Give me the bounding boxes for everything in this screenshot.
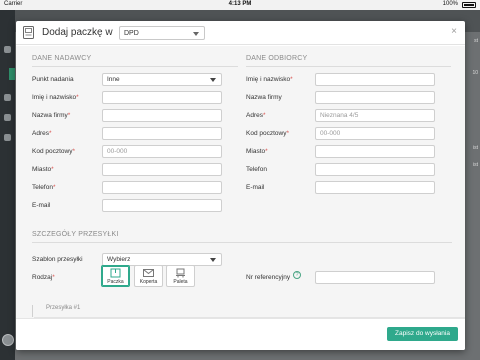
receiver-label: Miasto* (246, 148, 268, 155)
package-icon (110, 268, 121, 278)
receiver-company-field[interactable] (315, 91, 435, 104)
receiver-email-field[interactable] (315, 181, 435, 194)
add-package-modal: Dodaj paczkę w DPD × DANE NADAWCY Punkt … (16, 21, 465, 350)
sender-label: Adres* (32, 130, 52, 137)
sender-label: Nazwa firmy* (32, 112, 71, 119)
carrier-select[interactable]: DPD (119, 26, 205, 40)
receiver-label: E-mail (246, 184, 265, 191)
pallet-icon (176, 268, 185, 278)
sender-company-field[interactable] (102, 109, 222, 122)
receiver-label: Kod pocztowy* (246, 130, 289, 137)
receiver-label: Adres* (246, 112, 266, 119)
chevron-down-icon (210, 78, 216, 82)
ios-status-bar: Carrier 4:13 PM 100% (0, 0, 480, 10)
sender-phone-field[interactable] (102, 181, 222, 194)
template-label: Szablon przesyłki (32, 256, 83, 263)
receiver-phone-field[interactable] (315, 163, 435, 176)
type-pallet-button[interactable]: Paleta (166, 265, 195, 287)
sender-email-field[interactable] (102, 199, 222, 212)
sender-city-field[interactable] (102, 163, 222, 176)
close-icon[interactable]: × (451, 26, 457, 38)
sender-label: Imię i nazwisko* (32, 94, 79, 101)
sender-label: Telefon* (32, 184, 56, 191)
carrier-select-value: DPD (124, 30, 139, 37)
sender-label: Miasto* (32, 166, 54, 173)
envelope-icon (143, 269, 154, 277)
receiver-postal-code-field[interactable]: 00-000 (315, 127, 435, 140)
sender-address-field[interactable] (102, 127, 222, 140)
sender-label: Punkt nadania (32, 76, 74, 83)
type-pallet-label: Paleta (173, 279, 188, 285)
modal-footer: Zapisz do wysłania (16, 318, 465, 350)
tab-package-1[interactable]: Przesyłka #1 (46, 305, 80, 311)
divider (32, 66, 238, 67)
sidebar-icon (4, 134, 11, 141)
package-tab-indicator (32, 305, 33, 317)
sender-pickup-point-select[interactable]: Inne (102, 73, 222, 86)
sender-name-field[interactable] (102, 91, 222, 104)
chevron-down-icon (193, 32, 199, 36)
divider (32, 242, 452, 243)
modal-header: Dodaj paczkę w DPD × (16, 21, 465, 45)
package-form-icon (23, 26, 34, 39)
modal-body: DANE NADAWCY Punkt nadania Inne Imię i n… (16, 46, 465, 318)
battery-percent: 100% (442, 1, 458, 7)
sidebar-icon (4, 94, 11, 101)
type-label: Rodzaj* (32, 274, 55, 281)
shipment-section-title: SZCZEGÓŁY PRZESYŁKI (32, 231, 119, 238)
type-package-button[interactable]: Paczka (101, 265, 130, 287)
type-envelope-label: Koperta (139, 279, 158, 285)
sidebar-icon (4, 114, 11, 121)
receiver-label: Telefon (246, 166, 267, 173)
divider (246, 66, 451, 67)
sender-section-title: DANE NADAWCY (32, 55, 92, 62)
type-package-label: Paczka (107, 279, 124, 285)
background-text: st (474, 38, 478, 44)
sender-postal-code-field[interactable]: 00-000 (102, 145, 222, 158)
modal-title: Dodaj paczkę w (42, 27, 113, 38)
sender-label: Kod pocztowy* (32, 148, 75, 155)
receiver-label: Nazwa firmy (246, 94, 282, 101)
avatar (2, 334, 14, 346)
reference-field[interactable] (315, 271, 435, 284)
help-icon[interactable]: ? (293, 271, 301, 279)
clock: 4:13 PM (228, 1, 252, 7)
chevron-down-icon (210, 258, 216, 262)
sender-label: E-mail (32, 202, 51, 209)
receiver-label: Imię i nazwisko* (246, 76, 293, 83)
receiver-section-title: DANE ODBIORCY (246, 55, 308, 62)
receiver-city-field[interactable] (315, 145, 435, 158)
save-button[interactable]: Zapisz do wysłania (387, 327, 458, 341)
background-text: ist (473, 162, 478, 168)
receiver-name-field[interactable] (315, 73, 435, 86)
background-text: 10 (472, 70, 478, 76)
receiver-address-field[interactable]: Nieznana 4/5 (315, 109, 435, 122)
background-text: ist (473, 145, 478, 151)
sidebar-icon (4, 46, 11, 53)
type-envelope-button[interactable]: Koperta (134, 265, 163, 287)
battery-icon (462, 2, 476, 8)
background-sidebar (0, 10, 15, 360)
reference-label: Nr referencyjny (246, 274, 291, 281)
